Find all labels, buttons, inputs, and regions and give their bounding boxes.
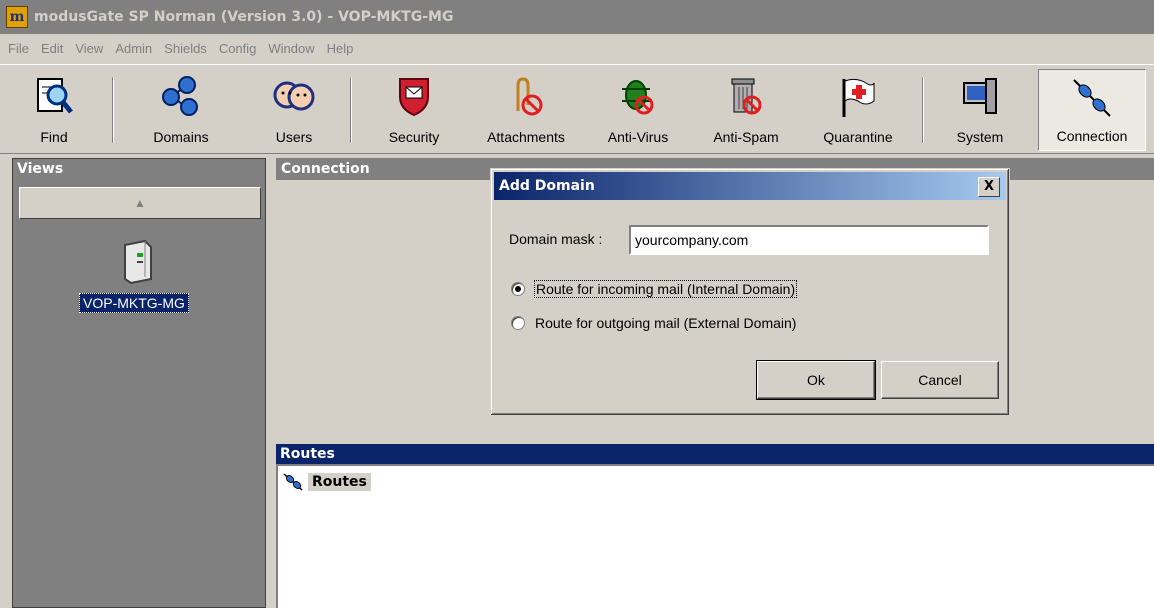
menu-edit[interactable]: Edit bbox=[35, 41, 69, 56]
anti-virus-icon bbox=[622, 80, 654, 115]
domain-mask-label: Domain mask : bbox=[509, 231, 603, 247]
connection-icon bbox=[1073, 79, 1111, 117]
cancel-button[interactable]: Cancel bbox=[881, 361, 999, 399]
menu-window[interactable]: Window bbox=[262, 41, 320, 56]
toolbar-domains-label: Domains bbox=[153, 129, 209, 145]
radio-outgoing-label: Route for outgoing mail (External Domain… bbox=[535, 315, 797, 331]
toolbar-separator bbox=[112, 77, 114, 143]
toolbar-find-label: Find bbox=[40, 129, 68, 145]
add-domain-dialog: Add Domain X Domain mask : Route for inc… bbox=[490, 168, 1010, 416]
toolbar-quarantine-button[interactable]: Quarantine bbox=[810, 69, 906, 151]
server-icon[interactable] bbox=[117, 239, 157, 285]
toolbar-separator bbox=[350, 77, 352, 143]
domain-mask-input[interactable] bbox=[629, 225, 989, 255]
radio-incoming[interactable] bbox=[511, 282, 525, 296]
toolbar-system-button[interactable]: System bbox=[940, 69, 1020, 151]
routes-node-label: Routes bbox=[308, 473, 371, 491]
menu-bar: File Edit View Admin Shields Config Wind… bbox=[0, 34, 1154, 62]
toolbar-security-button[interactable]: Security bbox=[370, 69, 458, 151]
menu-admin[interactable]: Admin bbox=[109, 41, 158, 56]
menu-file[interactable]: File bbox=[0, 41, 35, 56]
toolbar-security-label: Security bbox=[388, 129, 440, 145]
radio-outgoing-row[interactable]: Route for outgoing mail (External Domain… bbox=[511, 315, 796, 331]
views-pane: Views ▲ VOP-MKTG-MG bbox=[12, 158, 266, 608]
views-title: Views bbox=[13, 159, 265, 179]
toolbar-anti-spam-label: Anti-Spam bbox=[713, 129, 779, 145]
toolbar-find-button[interactable]: Find bbox=[14, 69, 94, 151]
toolbar-separator bbox=[922, 77, 924, 143]
title-bar[interactable]: m modusGate SP Norman (Version 3.0) - VO… bbox=[0, 0, 1154, 34]
toolbar-connection-label: Connection bbox=[1056, 128, 1128, 144]
toolbar-anti-spam-button[interactable]: Anti-Spam bbox=[700, 69, 792, 151]
dialog-close-button[interactable]: X bbox=[978, 177, 1000, 197]
radio-outgoing[interactable] bbox=[511, 316, 525, 330]
toolbar-anti-virus-label: Anti-Virus bbox=[607, 129, 669, 145]
quarantine-flag-icon bbox=[842, 78, 875, 117]
radio-incoming-row[interactable]: Route for incoming mail (Internal Domain… bbox=[511, 280, 798, 298]
views-scroll-up-button[interactable]: ▲ bbox=[19, 187, 261, 219]
menu-view[interactable]: View bbox=[69, 41, 109, 56]
toolbar-domains-button[interactable]: Domains bbox=[136, 69, 226, 151]
attachments-icon bbox=[516, 77, 543, 116]
toolbar-quarantine-label: Quarantine bbox=[823, 129, 893, 145]
dialog-title: Add Domain bbox=[499, 178, 595, 194]
menu-help[interactable]: Help bbox=[321, 41, 360, 56]
domains-icon bbox=[162, 76, 198, 116]
menu-config[interactable]: Config bbox=[213, 41, 263, 56]
toolbar-attachments-button[interactable]: Attachments bbox=[474, 69, 578, 151]
radio-incoming-label: Route for incoming mail (Internal Domain… bbox=[533, 280, 798, 298]
users-icon bbox=[273, 81, 315, 111]
routes-title: Routes bbox=[276, 444, 1154, 464]
dialog-title-bar[interactable]: Add Domain X bbox=[494, 172, 1006, 200]
anti-spam-icon bbox=[731, 78, 762, 115]
system-icon bbox=[963, 78, 997, 114]
security-shield-icon bbox=[399, 78, 429, 117]
toolbar-users-button[interactable]: Users bbox=[252, 69, 336, 151]
app-icon[interactable]: m bbox=[6, 6, 28, 28]
toolbar-connection-button[interactable]: Connection bbox=[1038, 69, 1146, 151]
ok-button[interactable]: Ok bbox=[756, 360, 876, 400]
menu-shields[interactable]: Shields bbox=[158, 41, 213, 56]
find-icon bbox=[37, 78, 73, 114]
toolbar-system-label: System bbox=[956, 129, 1004, 145]
server-label[interactable]: VOP-MKTG-MG bbox=[79, 293, 189, 313]
routes-tree-node[interactable]: Routes bbox=[282, 472, 371, 492]
window-title: modusGate SP Norman (Version 3.0) - VOP-… bbox=[34, 9, 454, 25]
routes-connection-icon bbox=[283, 473, 303, 491]
toolbar-users-label: Users bbox=[275, 129, 313, 145]
toolbar: Find Domains Users Security Attachments … bbox=[0, 64, 1154, 154]
toolbar-anti-virus-button[interactable]: Anti-Virus bbox=[596, 69, 680, 151]
routes-tree: Routes bbox=[276, 464, 1154, 608]
toolbar-attachments-label: Attachments bbox=[487, 129, 565, 145]
